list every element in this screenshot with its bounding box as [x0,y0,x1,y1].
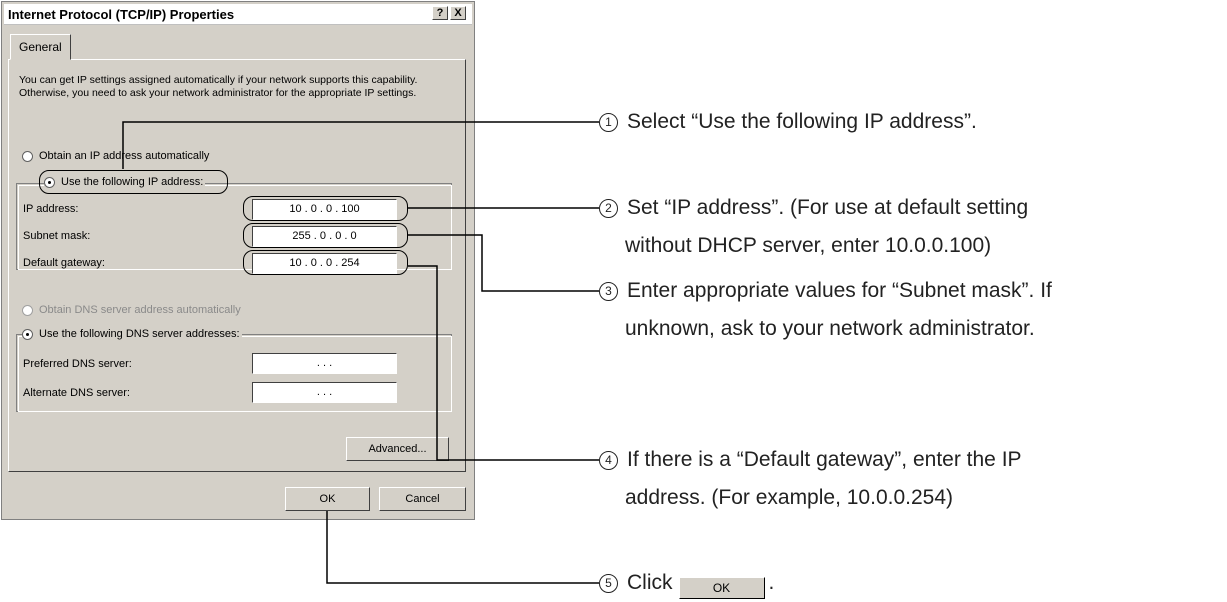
leader-line-5 [326,511,599,584]
callout-2-line1: Set “IP address”. (For use at default se… [627,196,1029,219]
callout-4-line1: If there is a “Default gateway”, enter t… [627,448,1022,471]
callout-2: 2 Set “IP address”. (For use at default s… [599,189,1028,227]
callout-3-line2: unknown, ask to your network administrat… [625,317,1035,340]
step-number-3: 3 [599,282,618,301]
callout-3-line1: Enter appropriate values for “Subnet mas… [627,279,1052,302]
callout-1-text: Select “Use the following IP address”. [627,110,977,133]
step-number-1: 1 [599,113,618,132]
callout-4: 4 If there is a “Default gateway”, enter … [599,441,1022,479]
step-number-2: 2 [599,199,618,218]
step-number-5: 5 [599,574,618,593]
callout-3: 3 Enter appropriate values for “Subnet ma… [599,272,1052,310]
leader-line-4 [408,265,599,461]
callout-1: 1 Select “Use the following IP address”. [599,103,977,141]
step-number-4: 4 [599,451,618,470]
ok-button-illustration: OK [678,577,765,599]
tab-general[interactable]: General [10,34,71,60]
callout-4-line2: address. (For example, 10.0.0.254) [625,486,954,509]
callout-5-post: . [768,571,775,594]
callout-2-line2: without DHCP server, enter 10.0.0.100) [625,234,992,257]
callout-5-pre: Click [627,571,673,594]
callout-5: 5 Click OK. [599,564,774,602]
leader-line-1 [122,121,599,169]
